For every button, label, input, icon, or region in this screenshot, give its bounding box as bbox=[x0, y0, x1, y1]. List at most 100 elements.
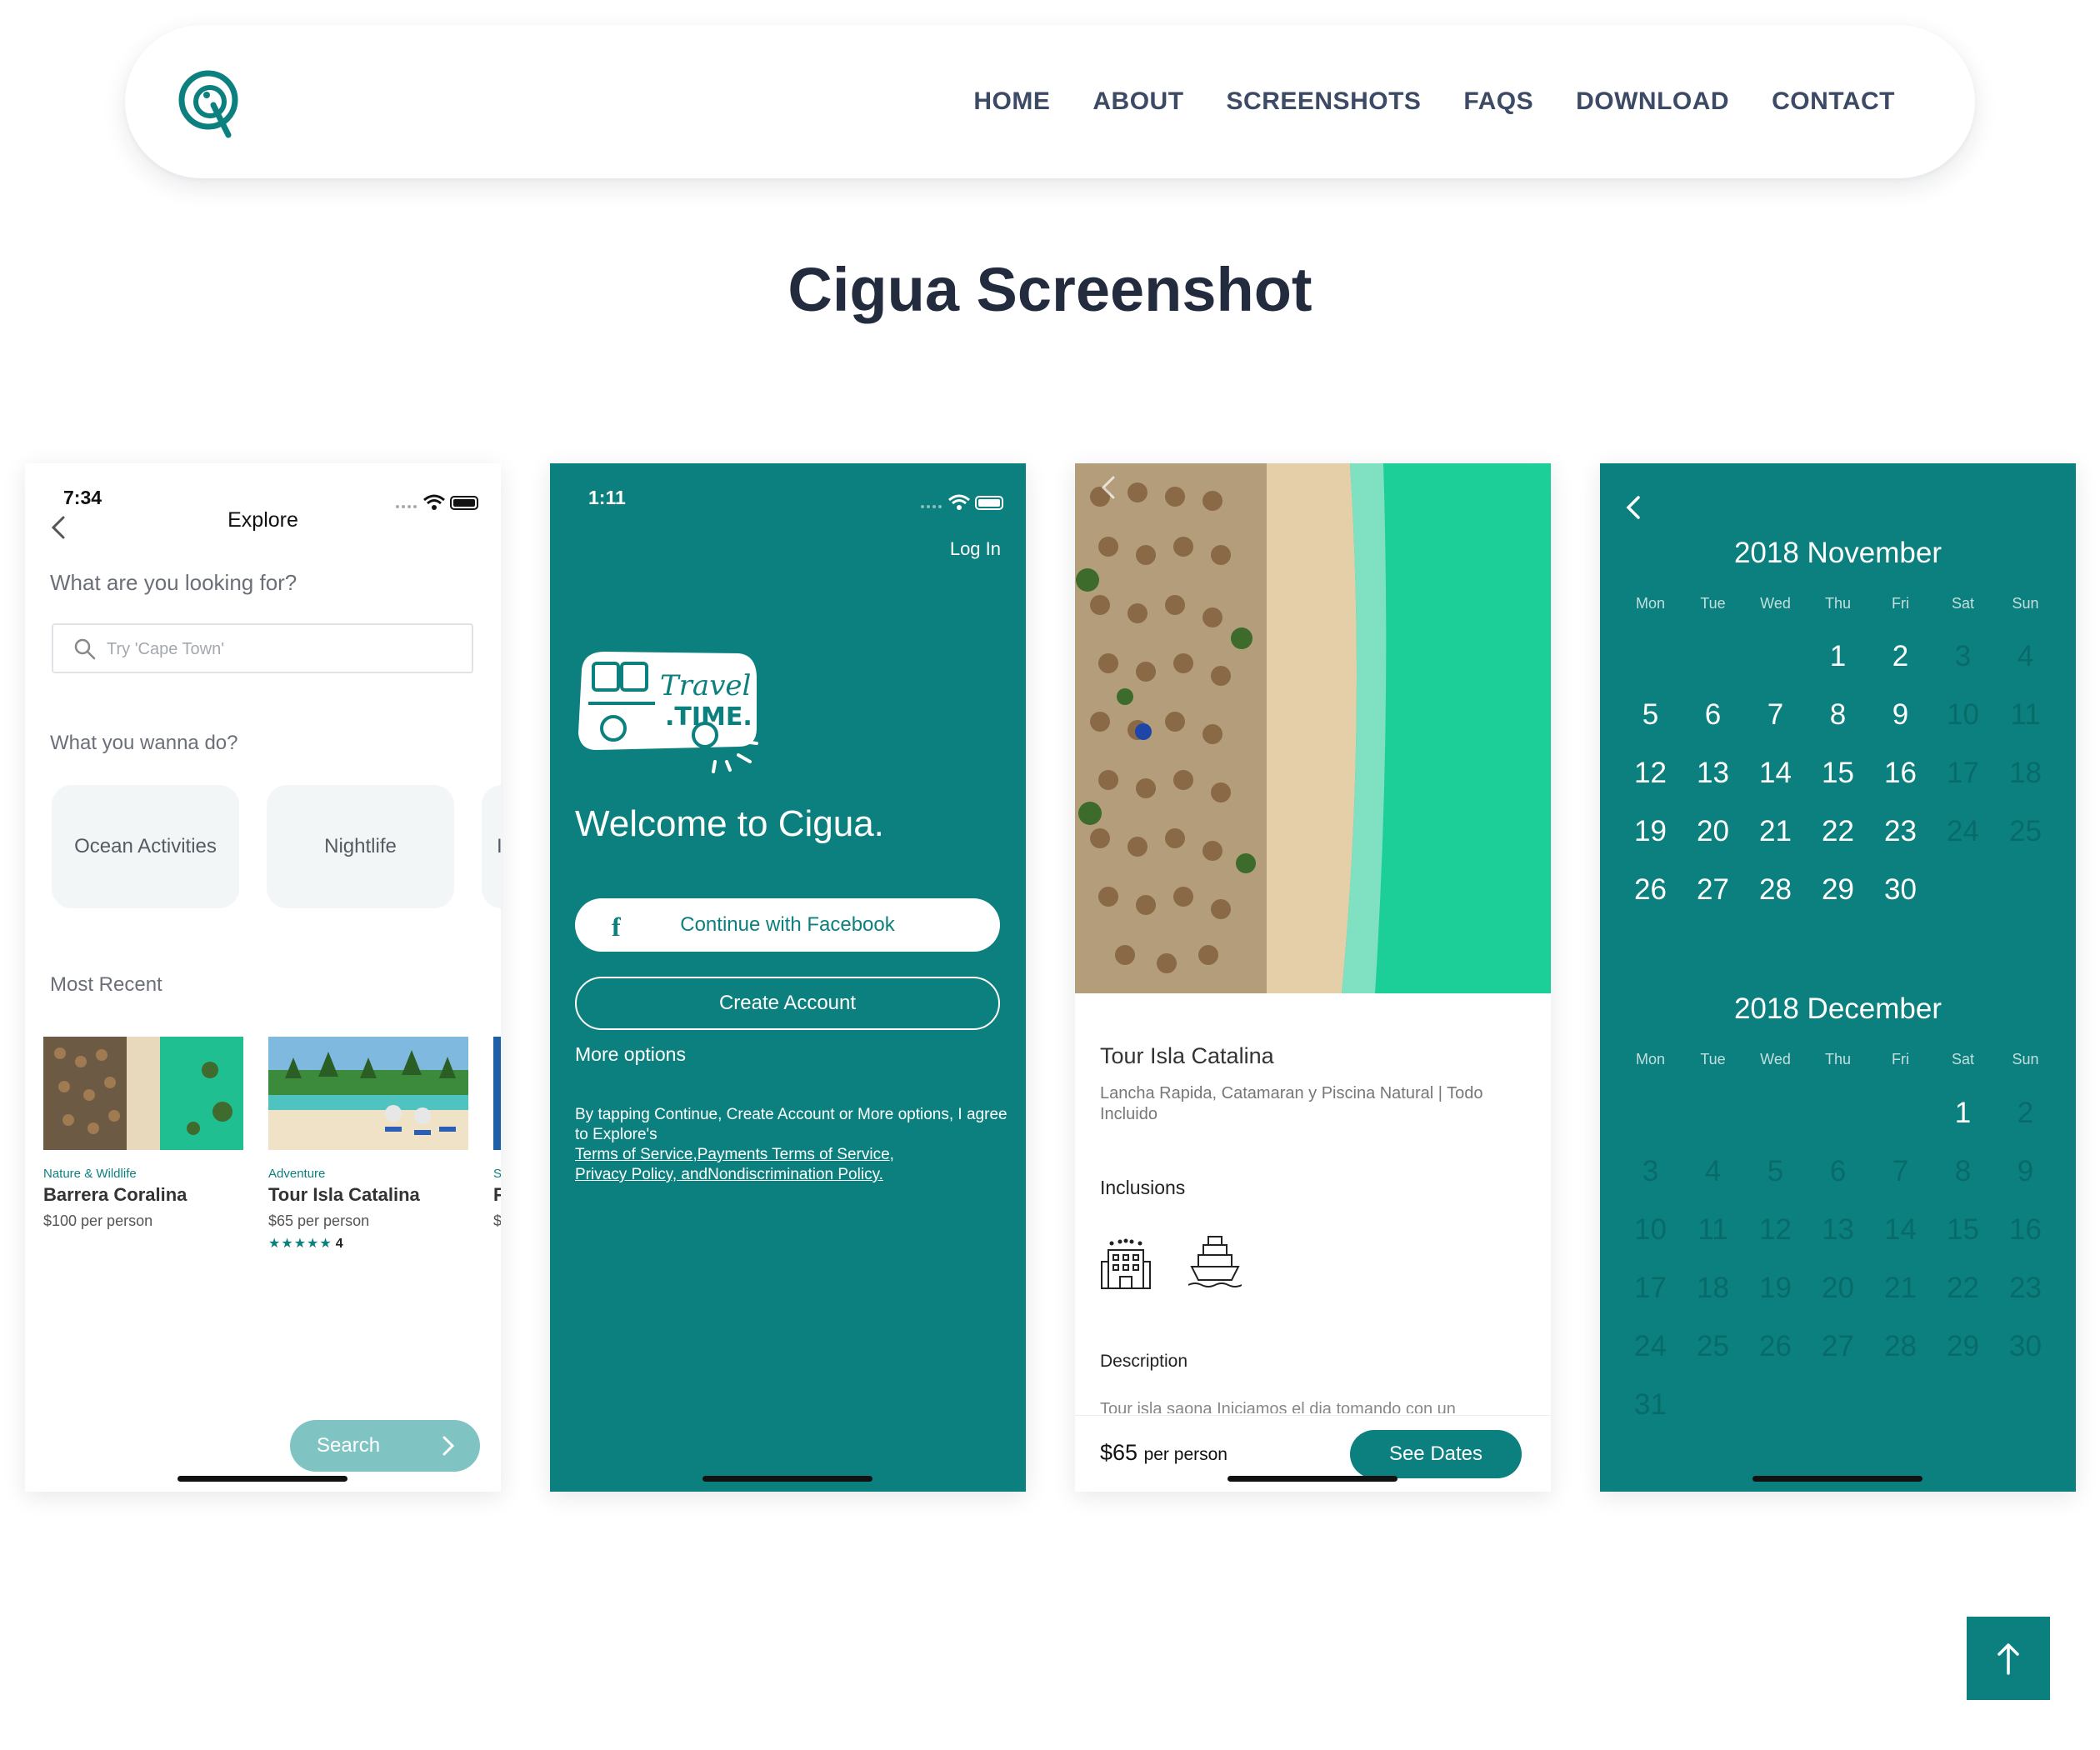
nav-faqs[interactable]: FAQS bbox=[1463, 88, 1533, 116]
svg-text:Travel: Travel bbox=[660, 669, 751, 702]
calendar-day[interactable]: 2 bbox=[1869, 628, 1932, 686]
chip-nightlife[interactable]: Nightlife bbox=[267, 785, 454, 908]
weekday: Sat bbox=[1951, 595, 1975, 612]
calendar-day-disabled: 10 bbox=[1634, 1213, 1667, 1246]
calendar-day[interactable]: 1 bbox=[1807, 628, 1869, 686]
calendar-day-disabled: 22 bbox=[1947, 1272, 1979, 1304]
calendar-day[interactable]: 5 bbox=[1619, 686, 1682, 744]
svg-text:.TIME.: .TIME. bbox=[665, 702, 752, 732]
weekday: Sun bbox=[2012, 595, 2039, 612]
chip-ocean-activities[interactable]: Ocean Activities bbox=[52, 785, 239, 908]
calendar-day-disabled: 14 bbox=[1884, 1213, 1917, 1246]
calendar-day-disabled: 18 bbox=[2009, 757, 2042, 789]
calendar-day[interactable]: 6 bbox=[1682, 686, 1744, 744]
more-options-link[interactable]: More options bbox=[575, 1043, 686, 1066]
calendar-day-disabled: 24 bbox=[1634, 1330, 1667, 1362]
hero-beach-aerial-image bbox=[1075, 463, 1551, 993]
facebook-button-label: Continue with Facebook bbox=[680, 913, 895, 936]
calendar-day[interactable]: 13 bbox=[1682, 744, 1744, 802]
scroll-to-top-button[interactable] bbox=[1967, 1617, 2050, 1700]
calendar-day[interactable]: 29 bbox=[1807, 861, 1869, 919]
calendar-grid-december: 1 2 3 4 5 6 7 8 9 10 11 12 13 14 15 16 1… bbox=[1600, 1084, 2076, 1434]
weekday: Thu bbox=[1824, 595, 1852, 612]
tour-name: F bbox=[493, 1184, 501, 1205]
calendar-day[interactable]: 15 bbox=[1807, 744, 1869, 802]
calendar-day[interactable]: 28 bbox=[1744, 861, 1807, 919]
screen-title: Explore bbox=[228, 508, 298, 532]
tour-category: S bbox=[493, 1167, 501, 1181]
login-link[interactable]: Log In bbox=[950, 538, 1001, 560]
calendar-day-disabled: 28 bbox=[1884, 1330, 1917, 1362]
calendar-day[interactable]: 7 bbox=[1744, 686, 1807, 744]
calendar-day-disabled: 17 bbox=[1634, 1272, 1667, 1304]
tour-card-barrera-coralina[interactable]: Nature & Wildlife Barrera Coralina $100 … bbox=[43, 1037, 243, 1230]
calendar-day[interactable]: 27 bbox=[1682, 861, 1744, 919]
calendar-day-disabled: 8 bbox=[1954, 1155, 1972, 1188]
calendar-day[interactable]: 1 bbox=[1932, 1084, 1994, 1142]
create-account-button[interactable]: Create Account bbox=[575, 977, 1000, 1030]
back-chevron-icon[interactable] bbox=[1098, 475, 1118, 500]
calendar-day-disabled: 26 bbox=[1759, 1330, 1792, 1362]
travel-time-van-logo-icon: Travel .TIME. bbox=[578, 652, 758, 773]
calendar-empty-cell bbox=[1744, 628, 1807, 686]
calendar-day-disabled: 4 bbox=[2017, 640, 2034, 672]
search-icon bbox=[74, 638, 96, 660]
nav-contact[interactable]: CONTACT bbox=[1772, 88, 1895, 116]
arrow-up-icon bbox=[1998, 1643, 2019, 1675]
tour-card-partial[interactable]: S F $ bbox=[493, 1037, 501, 1230]
calendar-day-disabled: 19 bbox=[1759, 1272, 1792, 1304]
calendar-empty-cell bbox=[1682, 628, 1744, 686]
calendar-day[interactable]: 20 bbox=[1682, 802, 1744, 861]
legal-notice: By tapping Continue, Create Account or M… bbox=[575, 1105, 1008, 1185]
continue-facebook-button[interactable]: f Continue with Facebook bbox=[575, 898, 1000, 952]
nav-download[interactable]: DOWNLOAD bbox=[1576, 88, 1729, 116]
see-dates-button[interactable]: See Dates bbox=[1350, 1430, 1522, 1478]
calendar-day-disabled: 4 bbox=[1704, 1155, 1722, 1188]
description-text: Tour isla saona Iniciamos el dia tomando… bbox=[1100, 1400, 1456, 1413]
calendar-day-disabled: 11 bbox=[2010, 698, 2041, 731]
privacy-link[interactable]: Privacy Policy, andNondiscrimination Pol… bbox=[575, 1165, 1008, 1185]
tour-name: Tour Isla Catalina bbox=[268, 1184, 420, 1205]
search-button[interactable]: Search bbox=[290, 1420, 480, 1472]
weekday: Sun bbox=[2012, 1051, 2039, 1068]
search-input[interactable] bbox=[107, 635, 440, 663]
activities-heading: What you wanna do? bbox=[50, 732, 238, 754]
back-chevron-icon[interactable] bbox=[1623, 495, 1643, 520]
calendar-day-disabled: 7 bbox=[1892, 1155, 1909, 1188]
calendar-day-disabled: 16 bbox=[2009, 1213, 2042, 1246]
nav-about[interactable]: ABOUT bbox=[1092, 88, 1183, 116]
calendar-day[interactable]: 14 bbox=[1744, 744, 1807, 802]
cigua-logo-icon[interactable] bbox=[177, 68, 243, 140]
calendar-day[interactable]: 9 bbox=[1869, 686, 1932, 744]
terms-link[interactable]: Terms of Service,Payments Terms of Servi… bbox=[575, 1145, 1008, 1165]
tour-category: Adventure bbox=[268, 1167, 326, 1181]
tour-name: Barrera Coralina bbox=[43, 1184, 188, 1205]
calendar-day[interactable]: 21 bbox=[1744, 802, 1807, 861]
tour-card-isla-catalina[interactable]: Adventure Tour Isla Catalina $65 per per… bbox=[268, 1037, 468, 1252]
calendar-day-disabled: 3 bbox=[1954, 640, 1972, 672]
status-time: 1:11 bbox=[588, 487, 626, 508]
nav-home[interactable]: HOME bbox=[973, 88, 1050, 116]
calendar-day-disabled: 3 bbox=[1642, 1155, 1659, 1188]
weekday: Wed bbox=[1760, 1051, 1791, 1068]
calendar-day[interactable]: 12 bbox=[1619, 744, 1682, 802]
calendar-day[interactable]: 22 bbox=[1807, 802, 1869, 861]
facebook-icon: f bbox=[612, 912, 621, 942]
weekday: Fri bbox=[1892, 1051, 1909, 1068]
calendar-day[interactable]: 23 bbox=[1869, 802, 1932, 861]
calendar-day[interactable]: 26 bbox=[1619, 861, 1682, 919]
welcome-heading: Welcome to Cigua. bbox=[575, 803, 884, 844]
search-box[interactable] bbox=[52, 623, 473, 673]
calendar-day[interactable]: 16 bbox=[1869, 744, 1932, 802]
nav-screenshots[interactable]: SCREENSHOTS bbox=[1227, 88, 1422, 116]
calendar-day[interactable]: 19 bbox=[1619, 802, 1682, 861]
rating-value: 4 bbox=[335, 1237, 344, 1251]
calendar-day[interactable]: 30 bbox=[1869, 861, 1932, 919]
calendar-day-disabled: 13 bbox=[1822, 1213, 1854, 1246]
calendar-day[interactable]: 8 bbox=[1807, 686, 1869, 744]
page-title: Cigua Screenshot bbox=[788, 255, 1312, 324]
calendar-day-disabled: 10 bbox=[1947, 698, 1979, 731]
calendar-day-disabled: 2 bbox=[2017, 1097, 2034, 1129]
calendar-day-disabled: 30 bbox=[2009, 1330, 2042, 1362]
chip-partial[interactable]: I bbox=[482, 785, 501, 908]
